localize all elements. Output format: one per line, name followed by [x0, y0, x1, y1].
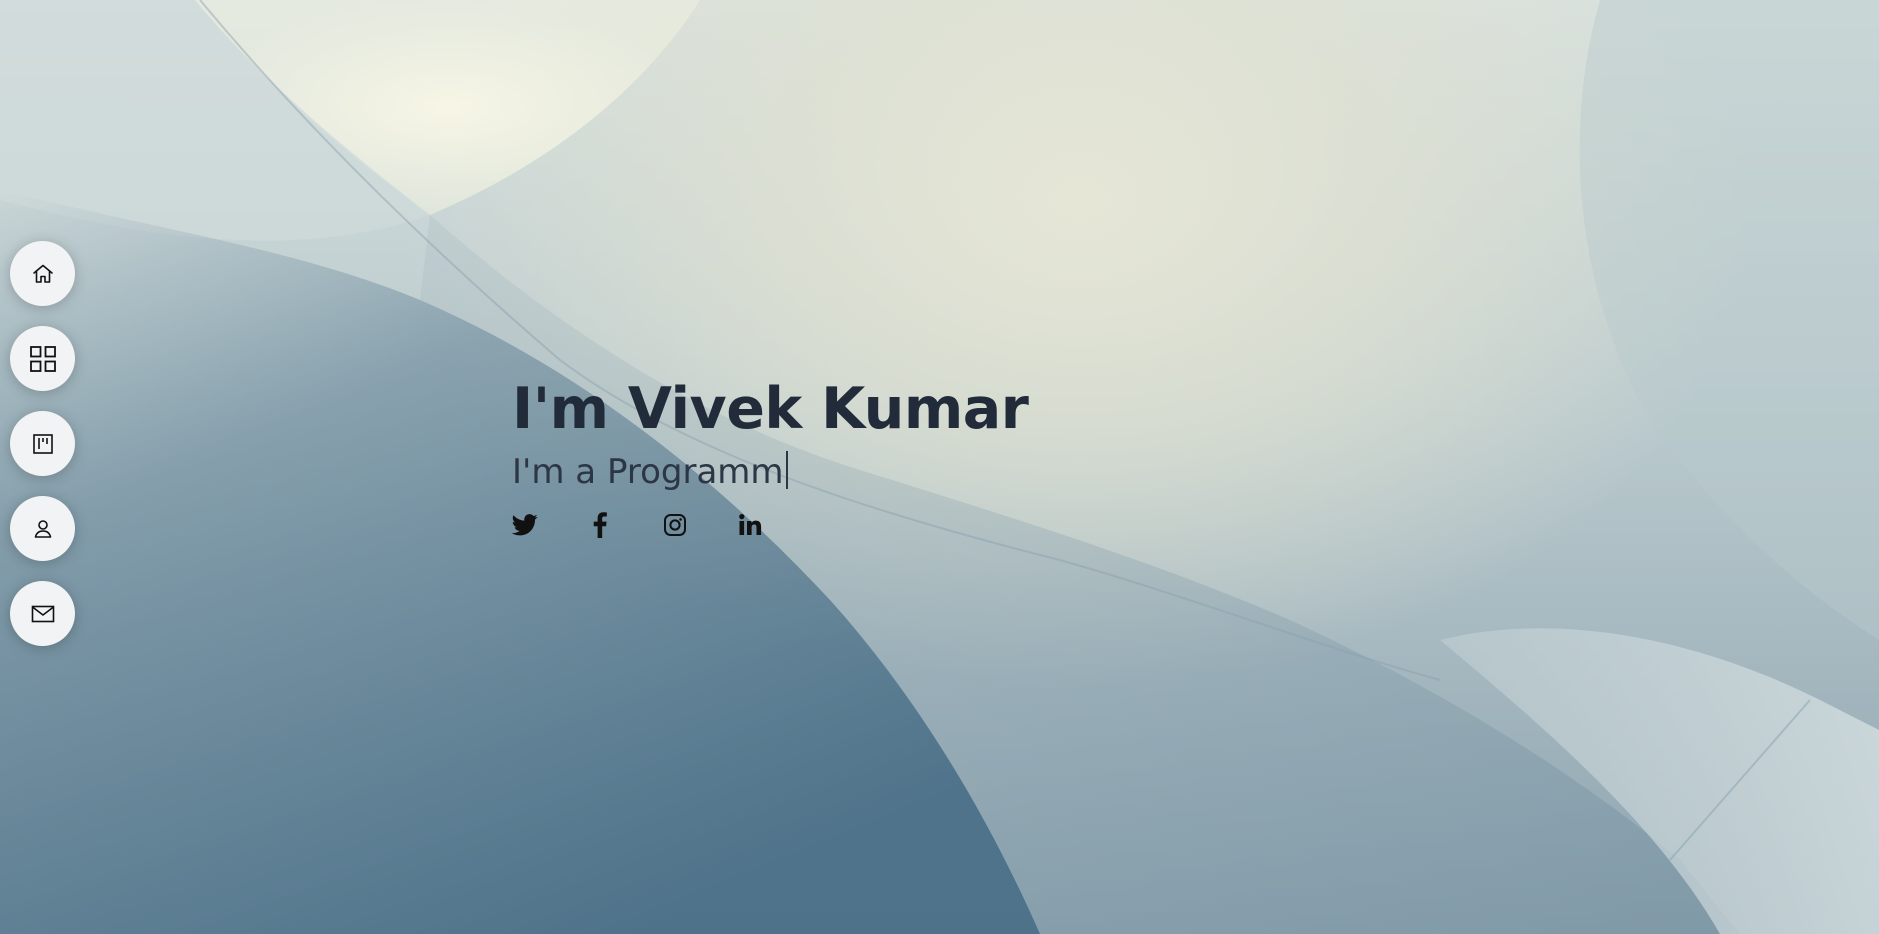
linkedin-icon: [739, 514, 762, 535]
hero-subtitle: I'm a Programm: [512, 450, 1028, 494]
social-links: [512, 512, 1028, 538]
instagram-icon: [664, 514, 686, 536]
nav-about-button[interactable]: [10, 496, 75, 561]
twitter-link[interactable]: [512, 512, 538, 538]
grid-icon: [29, 345, 56, 372]
envelope-icon: [31, 605, 54, 622]
instagram-link[interactable]: [662, 512, 688, 538]
hero-section: I'm Vivek Kumar I'm a Programm: [512, 372, 1029, 538]
side-navigation: [10, 241, 75, 646]
linkedin-link[interactable]: [737, 512, 763, 538]
typed-text: I'm a Programm: [512, 452, 784, 492]
facebook-icon: [593, 512, 607, 538]
twitter-icon: [512, 514, 538, 536]
nav-contact-button[interactable]: [10, 581, 75, 646]
facebook-link[interactable]: [587, 512, 613, 538]
typing-cursor: [785, 451, 788, 489]
nav-home-button[interactable]: [10, 241, 75, 306]
home-icon: [32, 264, 53, 283]
nav-services-button[interactable]: [10, 326, 75, 391]
nav-projects-button[interactable]: [10, 411, 75, 476]
person-icon: [34, 519, 51, 538]
kanban-icon: [32, 433, 53, 454]
hero-title: I'm Vivek Kumar: [512, 376, 1029, 442]
